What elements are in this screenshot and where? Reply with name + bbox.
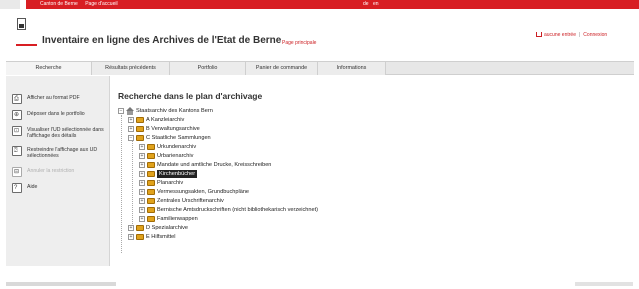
tree-node-label: E Hilfsmittel xyxy=(146,234,176,240)
cart-icon[interactable] xyxy=(536,32,542,37)
main-page-link[interactable]: Page principale xyxy=(282,40,316,46)
tree-node-label: Vermessungsakten, Grundbuchpläne xyxy=(157,189,250,195)
sidebar-item-view-details[interactable]: ⊡ Visualiser l'UD sélectionnée dans l'af… xyxy=(12,126,108,140)
expand-toggle[interactable]: + xyxy=(139,153,145,159)
tree-node-label: Familienwappen xyxy=(157,216,198,222)
footer-right-bar xyxy=(575,282,633,286)
page-title: Recherche dans le plan d'archivage xyxy=(118,91,263,101)
expand-toggle[interactable]: + xyxy=(139,216,145,222)
folder-icon xyxy=(147,198,155,204)
tab-information[interactable]: Informations xyxy=(318,62,386,75)
help-icon: ? xyxy=(12,183,22,193)
sidebar-item-label: Aide xyxy=(27,184,38,190)
tree-guide-line xyxy=(121,115,122,253)
link-homepage[interactable]: Page d'accueil xyxy=(85,1,117,7)
cart-label[interactable]: aucune entrée xyxy=(544,32,576,38)
expand-toggle[interactable]: + xyxy=(139,207,145,213)
expand-toggle[interactable]: + xyxy=(139,198,145,204)
folder-icon xyxy=(147,189,155,195)
restrict-icon: ⍰ xyxy=(12,146,22,156)
language-switch: de en xyxy=(363,1,382,7)
expand-toggle[interactable]: + xyxy=(139,162,145,168)
sidebar-item-label: Restreindre l'affichage aux UD sélection… xyxy=(27,147,98,159)
collapse-toggle[interactable]: − xyxy=(128,135,134,141)
link-canton[interactable]: Canton de Berne xyxy=(40,1,78,7)
expand-toggle[interactable]: + xyxy=(128,117,134,123)
tree-node-label: Zentrales Urschriftenarchiv xyxy=(157,198,224,204)
sidebar-item-label: Déposer dans le portfolio xyxy=(27,111,85,117)
folder-icon xyxy=(147,162,155,168)
sidebar-item-help[interactable]: ? Aide xyxy=(12,183,108,193)
top-white-gap xyxy=(20,0,26,9)
tree-node-label: Mandate und amtliche Drucke, Kreisschrei… xyxy=(157,162,272,168)
home-icon xyxy=(126,107,134,115)
expand-toggle[interactable]: + xyxy=(128,126,134,132)
portfolio-icon: ⊕ xyxy=(12,110,22,120)
tree-guide-line xyxy=(132,139,133,228)
sidebar-item-cancel-restriction: ⊟ Annuler la restriction xyxy=(12,167,108,177)
lang-en[interactable]: en xyxy=(373,1,379,7)
top-strip: Canton de Berne Page d'accueil de en xyxy=(0,0,639,9)
tree-node-label: B Verwaltungsarchive xyxy=(146,126,200,132)
sidebar-item-label: Visualiser l'UD sélectionnée dans l'affi… xyxy=(27,127,104,139)
folder-icon xyxy=(136,126,144,132)
app-title: Inventaire en ligne des Archives de l'Et… xyxy=(42,35,282,46)
expand-toggle[interactable]: + xyxy=(139,189,145,195)
folder-icon xyxy=(136,225,144,231)
folder-icon xyxy=(147,216,155,222)
tab-order-cart[interactable]: Panier de commande xyxy=(246,62,318,75)
sidebar: ⎙ Afficher au format PDF ⊕ Déposer dans … xyxy=(6,76,110,266)
folder-icon xyxy=(147,207,155,213)
expand-toggle[interactable]: + xyxy=(139,144,145,150)
tree-node-label: Urbarienarchiv xyxy=(157,153,194,159)
red-accent-line xyxy=(16,44,37,46)
pdf-icon: ⎙ xyxy=(12,94,22,104)
tree-node-label: Bernische Amtsdruckschriften (nicht bibl… xyxy=(157,207,319,213)
folder-icon xyxy=(136,234,144,240)
cancel-restriction-icon: ⊟ xyxy=(12,167,22,177)
expand-toggle[interactable]: + xyxy=(139,171,145,177)
folder-icon xyxy=(147,171,155,177)
cart-status: aucune entrée | Connexion xyxy=(536,32,607,38)
folder-icon xyxy=(136,135,144,141)
tree-node-label: A Kanzleiarchiv xyxy=(146,117,185,123)
folder-icon xyxy=(136,117,144,123)
top-links: Canton de Berne Page d'accueil xyxy=(40,1,124,7)
login-link[interactable]: Connexion xyxy=(583,32,607,38)
tree-node-label: D Spezialarchive xyxy=(146,225,188,231)
tree-node-label: Staatsarchiv des Kantons Bern xyxy=(136,108,213,114)
footer-left-bar xyxy=(6,282,116,286)
bern-crest-icon xyxy=(17,18,26,30)
expand-toggle[interactable]: + xyxy=(128,234,134,240)
sidebar-item-restrict[interactable]: ⍰ Restreindre l'affichage aux UD sélecti… xyxy=(12,146,108,160)
lang-de[interactable]: de xyxy=(363,1,369,7)
tree-node-label: C Staatliche Sammlungen xyxy=(146,135,211,141)
tab-portfolio[interactable]: Portfolio xyxy=(170,62,246,75)
tree-node-label: Kirchenbücher xyxy=(157,170,198,178)
tree-node-label: Urkundenarchiv xyxy=(157,144,197,150)
separator: | xyxy=(578,32,581,38)
top-grey-cap xyxy=(0,0,20,9)
main-tabs: Recherche Résultats précédents Portfolio… xyxy=(6,61,634,75)
expand-toggle[interactable]: + xyxy=(128,225,134,231)
expand-toggle[interactable]: + xyxy=(139,180,145,186)
folder-icon xyxy=(147,153,155,159)
sidebar-item-portfolio[interactable]: ⊕ Déposer dans le portfolio xyxy=(12,110,108,120)
sidebar-item-label: Afficher au format PDF xyxy=(27,95,80,101)
folder-icon xyxy=(147,180,155,186)
sidebar-item-pdf[interactable]: ⎙ Afficher au format PDF xyxy=(12,94,108,104)
sidebar-item-label: Annuler la restriction xyxy=(27,168,75,174)
tab-previous-results[interactable]: Résultats précédents xyxy=(92,62,170,75)
details-icon: ⊡ xyxy=(12,126,22,136)
folder-icon xyxy=(147,144,155,150)
collapse-toggle[interactable]: − xyxy=(118,108,124,114)
tab-recherche[interactable]: Recherche xyxy=(6,62,92,75)
tree-node-label: Planarchiv xyxy=(157,180,184,186)
